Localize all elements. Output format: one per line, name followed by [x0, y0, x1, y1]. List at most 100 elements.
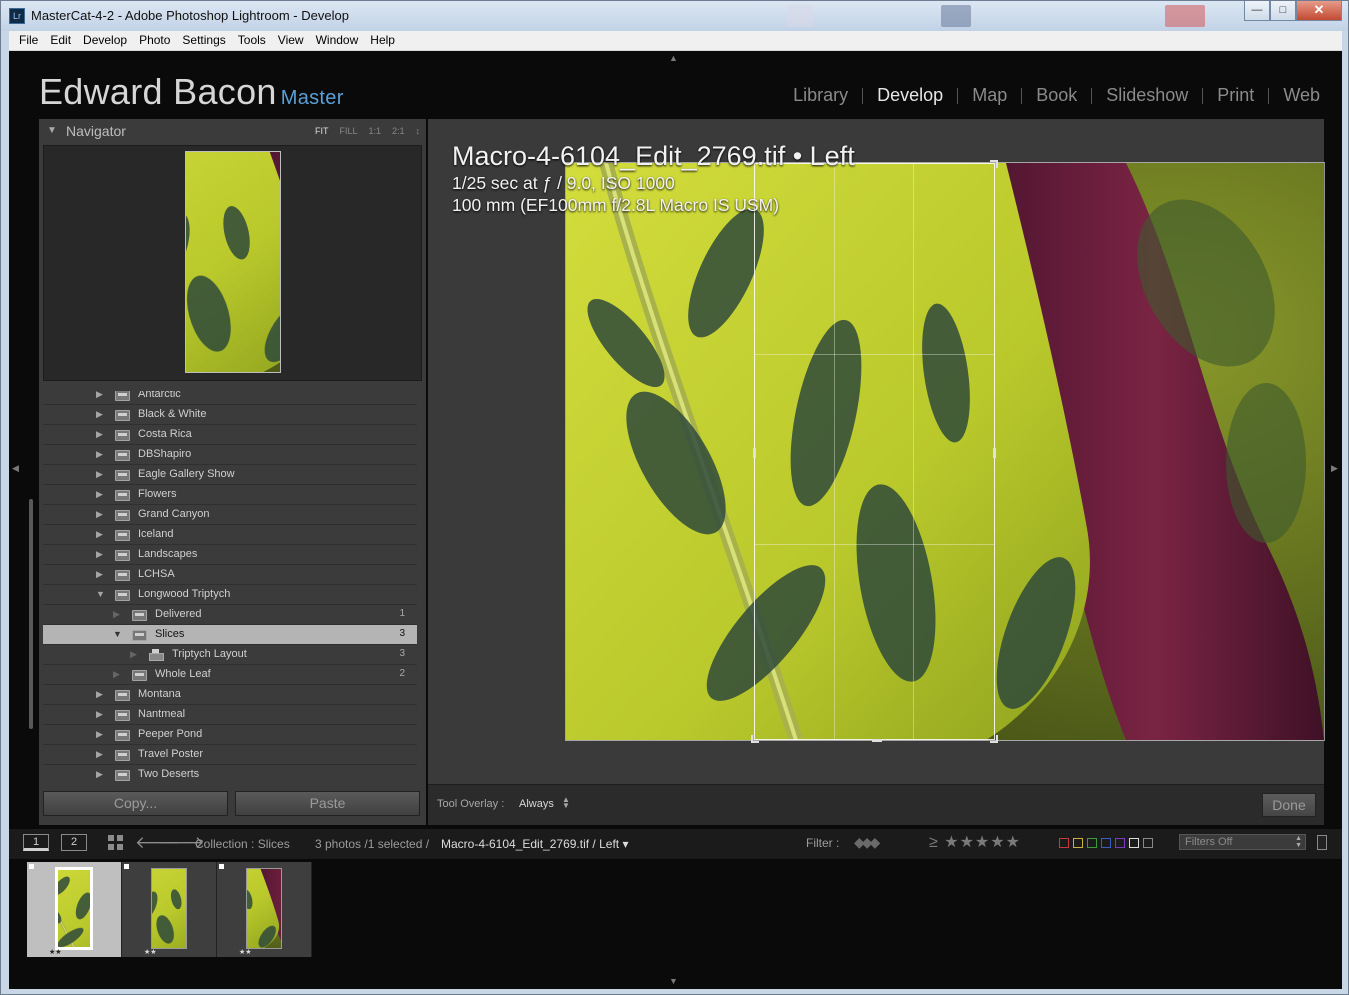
collection-row[interactable]: ▶ Black & White — [43, 405, 417, 425]
collapse-triangle-icon[interactable]: ▶ — [96, 449, 103, 460]
close-button[interactable]: ✕ — [1296, 1, 1342, 21]
filmstrip-source-collection[interactable]: Collection : Slices — [195, 837, 290, 851]
collapse-triangle-icon[interactable]: ▼ — [47, 125, 57, 136]
collection-row[interactable]: ▶ Travel Poster — [43, 745, 417, 765]
crop-rectangle[interactable] — [751, 160, 998, 743]
collapse-triangle-icon[interactable]: ▶ — [96, 689, 103, 700]
top-panel-toggle-icon[interactable]: ▲ — [669, 53, 678, 63]
filter-lock-icon[interactable] — [1317, 835, 1327, 850]
collapse-triangle-icon[interactable]: ▶ — [96, 769, 103, 780]
crop-handle-bottom-left[interactable] — [751, 735, 759, 743]
minimize-button[interactable]: — — [1244, 1, 1270, 21]
collection-row[interactable]: ▶ Eagle Gallery Show — [43, 465, 417, 485]
collection-row[interactable]: ▶ Montana — [43, 685, 417, 705]
collapse-triangle-icon[interactable]: ▶ — [96, 749, 103, 760]
navigator-preview[interactable] — [43, 145, 422, 381]
right-panel-toggle-icon[interactable]: ▶ — [1331, 463, 1338, 474]
zoom-option-fill[interactable]: FILL — [339, 126, 357, 136]
color-label-swatch[interactable] — [1059, 838, 1069, 848]
color-label-swatch[interactable] — [1143, 838, 1153, 848]
menu-develop[interactable]: Develop — [77, 31, 133, 50]
filmstrip-thumbnail[interactable]: ★★ — [122, 862, 217, 957]
collection-row[interactable]: ▶ Flowers — [43, 485, 417, 505]
paste-settings-button[interactable]: Paste — [235, 791, 420, 816]
collapse-triangle-icon[interactable]: ▶ — [96, 509, 103, 520]
menu-view[interactable]: View — [272, 31, 310, 50]
crop-handle-top-right[interactable] — [990, 160, 998, 168]
collapse-triangle-icon[interactable]: ▶ — [96, 469, 103, 480]
color-label-swatch[interactable] — [1087, 838, 1097, 848]
module-develop[interactable]: Develop — [863, 85, 957, 106]
collection-row[interactable]: ▶ Iceland — [43, 525, 417, 545]
collapse-triangle-icon[interactable]: ▶ — [96, 569, 103, 580]
collapse-triangle-icon[interactable]: ▶ — [96, 429, 103, 440]
collection-row[interactable]: ▼ Slices 3 — [43, 625, 417, 645]
menu-photo[interactable]: Photo — [133, 31, 176, 50]
maximize-button[interactable]: □ — [1270, 1, 1296, 21]
collection-row[interactable]: ▶ LCHSA — [43, 565, 417, 585]
filmstrip-current-file[interactable]: Macro-4-6104_Edit_2769.tif / Left ▾ — [441, 837, 628, 851]
grid-view-icon[interactable] — [108, 835, 124, 851]
collection-row[interactable]: ▶ Nantmeal — [43, 705, 417, 725]
left-panel-scrollbar[interactable] — [29, 499, 33, 729]
collapse-triangle-icon[interactable]: ▶ — [96, 409, 103, 420]
collapse-triangle-icon[interactable]: ▶ — [96, 529, 103, 540]
collapse-triangle-icon[interactable]: ▶ — [113, 609, 120, 620]
flag-filter-icons[interactable]: ◆◆◆ — [854, 834, 880, 851]
color-label-swatch[interactable] — [1073, 838, 1083, 848]
collapse-triangle-icon[interactable]: ▶ — [130, 649, 137, 660]
crop-handle-left-middle[interactable] — [753, 448, 756, 458]
done-button[interactable]: Done — [1262, 793, 1316, 817]
navigator-header[interactable]: ▼ Navigator FIT FILL 1:1 2:1 ↕ — [39, 119, 426, 143]
menu-window[interactable]: Window — [310, 31, 365, 50]
left-panel-toggle-icon[interactable]: ◀ — [12, 463, 19, 474]
module-slideshow[interactable]: Slideshow — [1092, 85, 1202, 106]
collection-row[interactable]: ▶ Whole Leaf 2 — [43, 665, 417, 685]
menu-tools[interactable]: Tools — [232, 31, 272, 50]
secondary-display-button[interactable]: 2 — [61, 834, 87, 851]
zoom-stepper-icon[interactable]: ↕ — [416, 126, 421, 136]
collapse-triangle-icon[interactable]: ▶ — [96, 549, 103, 560]
module-book[interactable]: Book — [1022, 85, 1091, 106]
crop-handle-right-middle[interactable] — [993, 448, 996, 458]
module-web[interactable]: Web — [1269, 85, 1334, 106]
crop-handle-bottom-middle[interactable] — [872, 739, 882, 742]
menu-edit[interactable]: Edit — [44, 31, 77, 50]
collection-row[interactable]: ▶ Landscapes — [43, 545, 417, 565]
menu-file[interactable]: File — [13, 31, 44, 50]
module-library[interactable]: Library — [779, 85, 862, 106]
collection-row[interactable]: ▶ Delivered 1 — [43, 605, 417, 625]
rating-filter-stars[interactable]: ≥ ★★★★★ — [929, 832, 1021, 852]
collapse-triangle-icon[interactable]: ▶ — [96, 391, 103, 400]
collapse-triangle-icon[interactable]: ▶ — [96, 489, 103, 500]
crop-handle-bottom-right[interactable] — [990, 735, 998, 743]
primary-display-button[interactable]: 1 — [23, 834, 49, 851]
copy-settings-button[interactable]: Copy... — [43, 791, 228, 816]
module-print[interactable]: Print — [1203, 85, 1268, 106]
zoom-option-2-1[interactable]: 2:1 — [392, 126, 405, 136]
filter-presets-select[interactable]: Filters Off ▲ ▼ — [1179, 834, 1306, 850]
collection-row[interactable]: ▼ Longwood Triptych — [43, 585, 417, 605]
collapse-triangle-icon[interactable]: ▶ — [113, 669, 120, 680]
collapse-triangle-icon[interactable]: ▶ — [96, 729, 103, 740]
collection-row[interactable]: ▶ Triptych Layout 3 — [43, 645, 417, 665]
collection-row[interactable]: ▶ Two Deserts — [43, 765, 417, 782]
image-workspace[interactable]: Macro-4-6104_Edit_2769.tif • Left 1/25 s… — [428, 119, 1325, 784]
menu-help[interactable]: Help — [364, 31, 401, 50]
filmstrip-thumbnail[interactable]: ★★ — [27, 862, 122, 957]
module-map[interactable]: Map — [958, 85, 1021, 106]
tool-overlay-select[interactable]: Always — [519, 798, 554, 810]
expand-triangle-icon[interactable]: ▼ — [113, 629, 122, 639]
zoom-option-1-1[interactable]: 1:1 — [368, 126, 381, 136]
color-label-swatch[interactable] — [1115, 838, 1125, 848]
title-bar[interactable]: Lr MasterCat-4-2 - Adobe Photoshop Light… — [1, 1, 1348, 31]
zoom-option-fit[interactable]: FIT — [315, 126, 329, 136]
collection-row[interactable]: ▶ Antarctic — [43, 391, 417, 405]
color-label-swatch[interactable] — [1129, 838, 1139, 848]
color-label-swatch[interactable] — [1101, 838, 1111, 848]
menu-settings[interactable]: Settings — [176, 31, 231, 50]
collection-row[interactable]: ▶ Peeper Pond — [43, 725, 417, 745]
collection-row[interactable]: ▶ DBShapiro — [43, 445, 417, 465]
tool-overlay-stepper-icon[interactable]: ▲ ▼ — [562, 796, 570, 810]
collection-row[interactable]: ▶ Grand Canyon — [43, 505, 417, 525]
